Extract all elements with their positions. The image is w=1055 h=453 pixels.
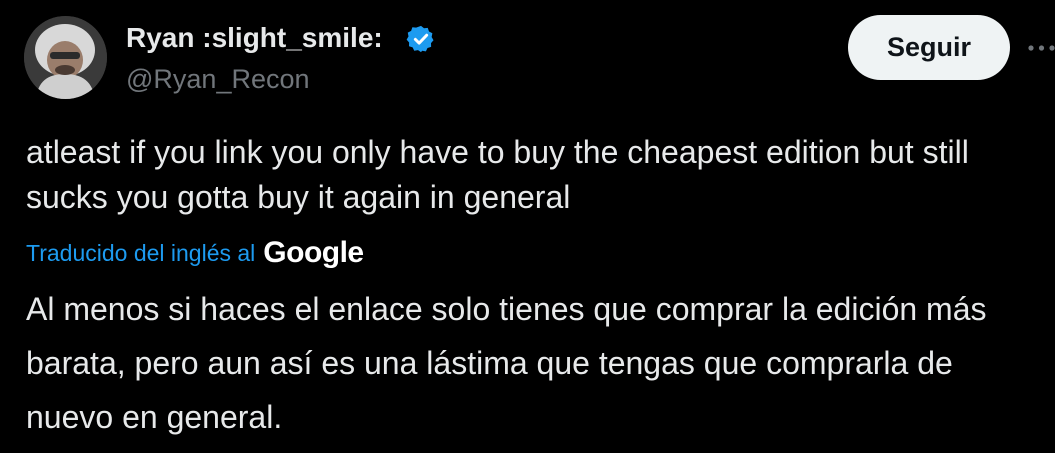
- translated-tweet-text: Al menos si haces el enlace solo tienes …: [26, 291, 987, 435]
- tweet-text: atleast if you link you only have to buy…: [26, 134, 969, 215]
- follow-button[interactable]: Seguir: [848, 15, 1010, 80]
- user-avatar-image: [24, 16, 107, 99]
- author-handle[interactable]: @Ryan_Recon: [126, 62, 310, 96]
- verified-badge-icon: [406, 25, 434, 53]
- tweet-card: Ryan :slight_smile: @Ryan_Recon Seguir a…: [0, 0, 1055, 453]
- author-display-name[interactable]: Ryan :slight_smile:: [126, 20, 383, 56]
- more-horizontal-icon[interactable]: [1028, 34, 1055, 62]
- google-logo: Google: [263, 236, 364, 269]
- avatar[interactable]: [24, 16, 107, 99]
- translation-attribution: Traducido del inglés al Google: [26, 232, 364, 274]
- translated-from-link[interactable]: Traducido del inglés al: [26, 232, 255, 274]
